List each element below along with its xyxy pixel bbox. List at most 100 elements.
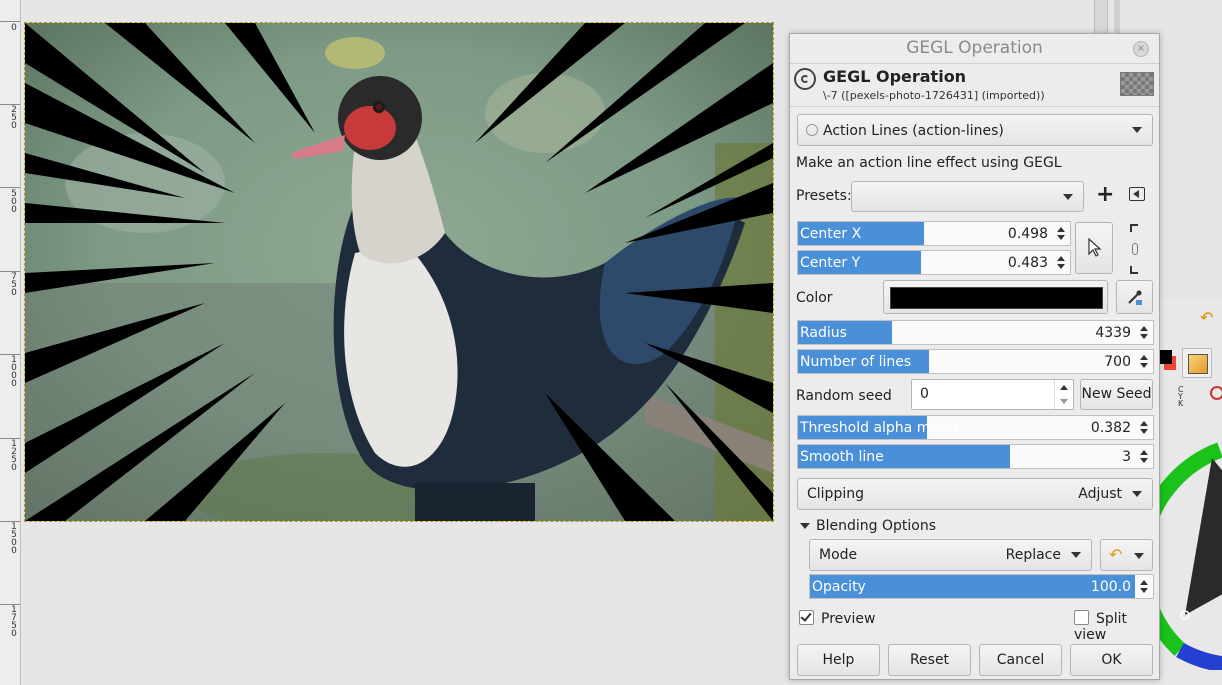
spin-down-icon[interactable] xyxy=(1140,334,1148,339)
radius-slider[interactable]: Radius 4339 xyxy=(797,320,1154,345)
operation-description: Make an action line effect using GEGL xyxy=(796,155,1062,171)
ruler-label: 7 5 0 xyxy=(11,272,17,298)
spin-buttons[interactable] xyxy=(1054,380,1073,409)
ruler-tick xyxy=(0,521,20,522)
operation-select[interactable]: Action Lines (action-lines) xyxy=(797,114,1153,146)
checkbox-icon[interactable] xyxy=(1074,610,1089,625)
mode-label: Mode xyxy=(819,547,858,563)
slider-value: 100.0 xyxy=(1090,579,1131,595)
preset-menu-icon[interactable] xyxy=(1129,187,1145,201)
cancel-button[interactable]: Cancel xyxy=(979,644,1062,676)
slider-label: Center X xyxy=(800,226,862,242)
slider-label: Radius xyxy=(800,325,847,341)
spin-buttons[interactable] xyxy=(1052,251,1070,274)
checkbox-icon[interactable] xyxy=(799,610,814,625)
mode-value: Replace xyxy=(1005,547,1061,563)
canvas-image[interactable] xyxy=(24,22,774,522)
close-icon[interactable]: × xyxy=(1133,41,1149,57)
gegl-op-icon xyxy=(806,124,818,136)
threshold-alpha-slider[interactable]: Threshold alpha meter 0.382 xyxy=(797,415,1154,440)
spin-up-icon[interactable] xyxy=(1060,385,1068,390)
spin-down-icon[interactable] xyxy=(1057,235,1065,240)
number-of-lines-slider[interactable]: Number of lines 700 xyxy=(797,349,1154,374)
slider-label: Opacity xyxy=(812,579,866,595)
spin-up-icon[interactable] xyxy=(1140,580,1148,585)
mode-select[interactable]: Mode Replace xyxy=(809,539,1092,571)
ruler-label: 1 7 5 0 xyxy=(11,605,17,639)
center-y-slider[interactable]: Center Y 0.483 xyxy=(797,250,1071,275)
spin-up-icon[interactable] xyxy=(1140,355,1148,360)
chevron-down-icon xyxy=(1063,193,1073,200)
clipping-select[interactable]: Clipping Adjust xyxy=(797,478,1153,510)
foreground-color-swatch[interactable] xyxy=(1158,350,1172,364)
slider-value: 0.498 xyxy=(1007,226,1048,242)
cmyk-icon[interactable]: C Y K xyxy=(1178,386,1184,408)
clipping-value: Adjust xyxy=(1078,486,1122,502)
spin-buttons[interactable] xyxy=(1052,222,1070,245)
spin-down-icon[interactable] xyxy=(1140,458,1148,463)
slider-value: 0.483 xyxy=(1007,255,1048,271)
color-button[interactable] xyxy=(883,280,1108,314)
operation-select-label: Action Lines (action-lines) xyxy=(823,123,1004,139)
spin-down-icon[interactable] xyxy=(1057,264,1065,269)
center-x-slider[interactable]: Center X 0.498 xyxy=(797,221,1071,246)
ruler-tick xyxy=(0,604,20,605)
split-view-checkbox[interactable]: Split view xyxy=(1074,610,1159,643)
color-wheel-tab-icon[interactable] xyxy=(1210,386,1222,400)
chevron-down-icon xyxy=(1134,553,1144,559)
chain-link-icon[interactable] xyxy=(1130,224,1140,274)
chevron-down-icon xyxy=(1132,127,1142,133)
color-label: Color xyxy=(796,290,833,306)
spin-down-icon[interactable] xyxy=(1140,363,1148,368)
opacity-slider[interactable]: Opacity 100.0 xyxy=(809,574,1154,599)
clipping-label: Clipping xyxy=(807,486,864,502)
spin-down-icon[interactable] xyxy=(1140,429,1148,434)
blending-options-expander[interactable]: Blending Options xyxy=(800,518,936,534)
ok-button[interactable]: OK xyxy=(1070,644,1153,676)
eyedropper-icon xyxy=(1128,290,1142,305)
duck-photo xyxy=(25,23,773,521)
color-picker-button[interactable] xyxy=(1116,280,1153,314)
presets-select[interactable] xyxy=(851,181,1084,212)
ruler-tick xyxy=(0,21,20,22)
ruler-tick xyxy=(0,271,20,272)
ruler-tick xyxy=(0,354,20,355)
spin-buttons[interactable] xyxy=(1135,321,1153,344)
new-seed-button[interactable]: New Seed xyxy=(1080,379,1153,410)
reset-button[interactable]: Reset xyxy=(888,644,971,676)
vertical-ruler[interactable]: 0 2 5 0 5 0 0 7 5 0 1 0 0 0 1 2 5 0 1 5 … xyxy=(0,0,21,685)
slider-value: 3 xyxy=(1122,449,1131,465)
dock-tab-gradient[interactable] xyxy=(1182,348,1212,378)
random-seed-field[interactable]: 0 xyxy=(911,379,1074,410)
dock-reset-icon[interactable]: ↶ xyxy=(1200,308,1213,327)
gradient-icon xyxy=(1188,354,1208,374)
spin-up-icon[interactable] xyxy=(1140,450,1148,455)
spin-buttons[interactable] xyxy=(1135,575,1153,598)
presets-label: Presets: xyxy=(796,188,852,204)
mode-reset-button[interactable]: ↶ xyxy=(1100,539,1153,571)
ruler-label: 1 2 5 0 xyxy=(11,439,17,473)
header-subtitle: \-7 ([pexels-photo-1726431] (imported)) xyxy=(823,89,1045,102)
spin-buttons[interactable] xyxy=(1135,416,1153,439)
spin-down-icon[interactable] xyxy=(1060,399,1068,404)
color-wheel[interactable] xyxy=(1150,440,1222,670)
preview-checkbox[interactable]: Preview xyxy=(799,610,876,627)
spin-down-icon[interactable] xyxy=(1140,588,1148,593)
spin-up-icon[interactable] xyxy=(1057,256,1065,261)
help-button[interactable]: Help xyxy=(797,644,880,676)
spin-up-icon[interactable] xyxy=(1140,421,1148,426)
pick-center-button[interactable] xyxy=(1075,222,1113,274)
spin-up-icon[interactable] xyxy=(1057,227,1065,232)
window-title[interactable]: GEGL Operation xyxy=(790,34,1159,62)
spin-buttons[interactable] xyxy=(1135,445,1153,468)
slider-value: 0.382 xyxy=(1090,420,1131,436)
add-preset-icon[interactable]: + xyxy=(1096,184,1114,206)
preview-label: Preview xyxy=(821,611,876,627)
chevron-down-icon xyxy=(1132,491,1142,497)
ruler-label: 5 0 0 xyxy=(11,189,17,215)
blending-options-label: Blending Options xyxy=(816,518,936,534)
ruler-tick xyxy=(0,438,20,439)
smooth-line-slider[interactable]: Smooth line 3 xyxy=(797,444,1154,469)
spin-buttons[interactable] xyxy=(1135,350,1153,373)
spin-up-icon[interactable] xyxy=(1140,326,1148,331)
